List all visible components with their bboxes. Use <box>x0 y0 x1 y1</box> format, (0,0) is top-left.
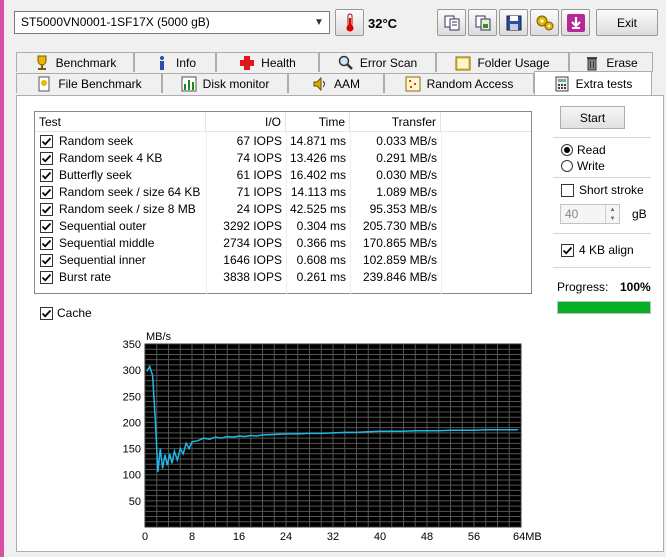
transfer-rate-chart: 50 100 150 200 250 300 350 MB/s 0 8 16 24 32 40 48 56 64… <box>123 331 542 543</box>
tab-erase-label: Erase <box>606 55 638 70</box>
tab-info[interactable]: Info <box>134 52 216 72</box>
tab-random-access-label: Random Access <box>426 76 514 91</box>
speaker-icon <box>312 76 328 92</box>
tab-info-label: Info <box>175 55 196 70</box>
tab-extra-tests[interactable]: Extra tests <box>534 71 652 95</box>
copy-image-button[interactable] <box>468 9 497 36</box>
tab-folder-usage[interactable]: Folder Usage <box>436 52 569 72</box>
save-button[interactable] <box>499 9 528 36</box>
calculator-icon <box>554 76 570 92</box>
app-window: ST5000VN0001-1SF17X (5000 gB) ▼ 32°C Exi… <box>4 0 666 557</box>
temperature-value: 32°C <box>368 16 398 31</box>
tab-disk-monitor-label: Disk monitor <box>202 76 270 91</box>
copy-text-button[interactable] <box>437 9 466 36</box>
chart-y-tick-label: 250 <box>123 391 141 403</box>
chart-y-tick-label: 150 <box>123 444 141 456</box>
options-button[interactable] <box>530 9 559 36</box>
chevron-down-icon[interactable]: ▼ <box>311 14 327 31</box>
info-icon <box>154 55 170 71</box>
extra-tests-panel: Test I/O Time Transfer Random seek 67 IOP… <box>16 95 664 552</box>
temperature-button[interactable] <box>335 9 364 36</box>
chart-x-tick-label: 0 <box>142 531 148 543</box>
chart-y-axis-label: MB/s <box>146 331 172 343</box>
chart-y-tick-label: 200 <box>123 417 141 429</box>
copy-image-icon <box>475 15 490 30</box>
tab-disk-monitor[interactable]: Disk monitor <box>162 73 288 93</box>
folder-icon <box>455 55 471 71</box>
tab-benchmark[interactable]: Benchmark <box>16 52 134 72</box>
download-button[interactable] <box>561 9 590 36</box>
chart-y-tick-label: 100 <box>123 470 141 482</box>
tab-health[interactable]: Health <box>216 52 319 72</box>
tab-erase[interactable]: Erase <box>569 52 653 72</box>
tab-extra-tests-label: Extra tests <box>575 76 633 91</box>
chart-x-tick-label: 40 <box>374 531 386 543</box>
download-arrow-icon <box>566 13 585 32</box>
tab-health-label: Health <box>261 55 296 70</box>
chart-x-tick-label: 24 <box>280 531 292 543</box>
chart-x-tick-label: 32 <box>327 531 339 543</box>
chart-y-tick-label: 50 <box>129 496 141 508</box>
chart-x-tick-label: 56 <box>468 531 480 543</box>
red-cross-icon <box>239 55 255 71</box>
tab-aam[interactable]: AAM <box>288 73 384 93</box>
tab-random-access[interactable]: Random Access <box>384 73 534 93</box>
trash-icon <box>584 55 600 71</box>
chart-x-tick-label: 16 <box>233 531 245 543</box>
floppy-disk-icon <box>506 15 521 30</box>
gears-icon <box>536 15 553 30</box>
exit-button[interactable]: Exit <box>596 9 658 36</box>
thermometer-icon <box>346 13 353 31</box>
chart-x-tick-label: 8 <box>189 531 195 543</box>
exit-button-label: Exit <box>616 15 637 30</box>
bar-chart-icon <box>181 76 197 92</box>
document-icon <box>36 76 52 92</box>
magnifier-icon <box>338 55 354 71</box>
tab-error-scan[interactable]: Error Scan <box>319 52 436 72</box>
tab-aam-label: AAM <box>333 76 360 91</box>
drive-select[interactable]: ST5000VN0001-1SF17X (5000 gB) ▼ <box>14 11 330 34</box>
drive-select-value: ST5000VN0001-1SF17X (5000 gB) <box>21 15 210 29</box>
chart-x-tick-label: 48 <box>421 531 433 543</box>
tab-file-benchmark[interactable]: File Benchmark <box>16 73 162 93</box>
tab-benchmark-label: Benchmark <box>55 55 117 70</box>
tab-file-benchmark-label: File Benchmark <box>58 76 142 91</box>
chart-y-tick-label: 300 <box>123 365 141 377</box>
tab-folder-usage-label: Folder Usage <box>477 55 550 70</box>
chart-y-tick-label: 350 <box>123 339 141 351</box>
chart-x-tick-label: 64MB <box>513 531 542 543</box>
tab-error-scan-label: Error Scan <box>359 55 418 70</box>
grid-dots-icon <box>405 76 421 92</box>
copy-icon <box>444 15 459 30</box>
trophy-icon <box>34 55 50 71</box>
